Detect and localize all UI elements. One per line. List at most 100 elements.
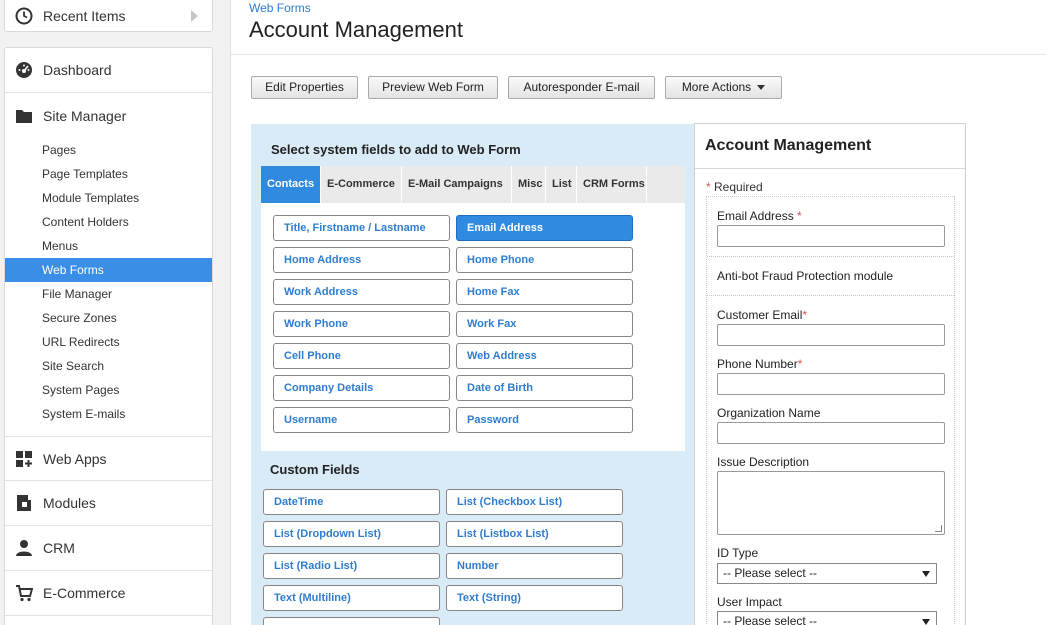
field-category-tabs: Contacts E-Commerce E-Mail Campaigns Mis… bbox=[261, 166, 685, 203]
required-star: * bbox=[706, 180, 711, 194]
required-note-text: Required bbox=[714, 180, 763, 194]
phone-required-star: * bbox=[797, 357, 803, 371]
field-home-phone[interactable]: Home Phone bbox=[456, 247, 633, 273]
sidebar-item-content-holders[interactable]: Content Holders bbox=[5, 210, 212, 234]
email-label-text: Email Address bbox=[717, 209, 794, 223]
field-work-fax[interactable]: Work Fax bbox=[456, 311, 633, 337]
sidebar-item-site-search[interactable]: Site Search bbox=[5, 354, 212, 378]
tab-email-campaigns[interactable]: E-Mail Campaigns bbox=[402, 166, 512, 203]
dashboard-icon bbox=[15, 61, 33, 79]
preview-title: Account Management bbox=[705, 137, 872, 154]
more-actions-label: More Actions bbox=[681, 80, 752, 94]
user-impact-label: User Impact bbox=[717, 595, 782, 609]
custom-field-listbox-list[interactable]: List (Listbox List) bbox=[446, 521, 623, 547]
tab-crm-forms[interactable]: CRM Forms bbox=[577, 166, 647, 203]
nav-crm[interactable]: CRM bbox=[5, 526, 212, 571]
nav-dashboard[interactable]: Dashboard bbox=[5, 48, 212, 93]
organization-field[interactable] bbox=[717, 422, 945, 444]
nav-site-manager[interactable]: Site Manager bbox=[5, 93, 212, 138]
sidebar-item-file-manager[interactable]: File Manager bbox=[5, 282, 212, 306]
custom-field-radio-list[interactable]: List (Radio List) bbox=[263, 553, 440, 579]
page-title: Account Management bbox=[249, 17, 464, 42]
caret-down-icon bbox=[757, 85, 766, 91]
field-home-fax[interactable]: Home Fax bbox=[456, 279, 633, 305]
field-builder-panel: Select system fields to add to Web Form … bbox=[251, 124, 694, 625]
tab-contacts[interactable]: Contacts bbox=[261, 166, 321, 203]
custom-field-checkbox-list[interactable]: List (Checkbox List) bbox=[446, 489, 623, 515]
folder-icon bbox=[15, 107, 33, 125]
customer-email-label: Customer Email* bbox=[717, 308, 807, 322]
custom-field-text-multiline[interactable]: Text (Multiline) bbox=[263, 585, 440, 611]
email-field[interactable] bbox=[717, 225, 945, 247]
field-email-address[interactable]: Email Address bbox=[456, 215, 633, 241]
custom-field-partial[interactable] bbox=[263, 617, 440, 625]
breadcrumb[interactable]: Web Forms bbox=[249, 1, 311, 15]
sidebar-item-web-forms[interactable]: Web Forms bbox=[5, 258, 212, 282]
nav-site-manager-label: Site Manager bbox=[43, 107, 127, 124]
preview-web-form-button[interactable]: Preview Web Form bbox=[368, 76, 498, 99]
cart-icon bbox=[15, 584, 33, 602]
issue-description-field[interactable] bbox=[717, 471, 945, 535]
id-type-value: -- Please select -- bbox=[723, 566, 818, 580]
tab-misc[interactable]: Misc bbox=[512, 166, 546, 203]
sidebar-item-system-pages[interactable]: System Pages bbox=[5, 378, 212, 402]
phone-field[interactable] bbox=[717, 373, 945, 395]
custom-field-number[interactable]: Number bbox=[446, 553, 623, 579]
sidebar-item-system-emails[interactable]: System E-mails bbox=[5, 402, 212, 426]
tab-ecommerce[interactable]: E-Commerce bbox=[321, 166, 402, 203]
recent-items-toggle[interactable]: Recent Items bbox=[5, 0, 212, 33]
field-title-name[interactable]: Title, Firstname / Lastname bbox=[273, 215, 450, 241]
field-password[interactable]: Password bbox=[456, 407, 633, 433]
edit-properties-button[interactable]: Edit Properties bbox=[251, 76, 358, 99]
custom-fields-title: Custom Fields bbox=[270, 462, 360, 477]
customer-email-label-text: Customer Email bbox=[717, 308, 803, 322]
phone-label-text: Phone Number bbox=[717, 357, 798, 371]
recent-items-label: Recent Items bbox=[43, 8, 126, 24]
field-work-phone[interactable]: Work Phone bbox=[273, 311, 450, 337]
field-work-address[interactable]: Work Address bbox=[273, 279, 450, 305]
antibot-text: Anti-bot Fraud Protection module bbox=[717, 269, 894, 283]
nav-ecommerce[interactable]: E-Commerce bbox=[5, 571, 212, 616]
user-impact-select[interactable]: -- Please select -- bbox=[717, 611, 937, 625]
id-type-label: ID Type bbox=[717, 546, 759, 560]
sidebar-item-page-templates[interactable]: Page Templates bbox=[5, 162, 212, 186]
custom-field-text-string[interactable]: Text (String) bbox=[446, 585, 623, 611]
header-divider bbox=[231, 54, 1046, 55]
sidebar-item-pages[interactable]: Pages bbox=[5, 138, 212, 162]
sidebar-item-secure-zones[interactable]: Secure Zones bbox=[5, 306, 212, 330]
tab-list[interactable]: List bbox=[546, 166, 577, 203]
chevron-right-icon bbox=[191, 10, 198, 22]
sidebar-item-menus[interactable]: Menus bbox=[5, 234, 212, 258]
customer-email-field[interactable] bbox=[717, 324, 945, 346]
required-note: * Required bbox=[706, 180, 763, 194]
id-type-select[interactable]: -- Please select -- bbox=[717, 563, 937, 584]
site-manager-submenu: Pages Page Templates Module Templates Co… bbox=[5, 138, 212, 426]
autoresponder-email-button[interactable]: Autoresponder E-mail bbox=[508, 76, 655, 99]
sidebar-item-module-templates[interactable]: Module Templates bbox=[5, 186, 212, 210]
custom-field-datetime[interactable]: DateTime bbox=[263, 489, 440, 515]
person-icon bbox=[15, 539, 33, 557]
field-company-details[interactable]: Company Details bbox=[273, 375, 450, 401]
nav-modules[interactable]: Modules bbox=[5, 481, 212, 526]
field-divider bbox=[707, 256, 954, 257]
form-preview-panel: Account Management * Required Email Addr… bbox=[694, 123, 966, 625]
field-cell-phone[interactable]: Cell Phone bbox=[273, 343, 450, 369]
phone-label: Phone Number* bbox=[717, 357, 802, 371]
field-home-address[interactable]: Home Address bbox=[273, 247, 450, 273]
field-date-of-birth[interactable]: Date of Birth bbox=[456, 375, 633, 401]
resize-handle-icon[interactable] bbox=[935, 525, 942, 532]
email-required-star: * bbox=[797, 209, 802, 223]
nav-dashboard-label: Dashboard bbox=[43, 62, 112, 78]
user-impact-value: -- Please select -- bbox=[723, 614, 818, 625]
field-username[interactable]: Username bbox=[273, 407, 450, 433]
custom-field-dropdown-list[interactable]: List (Dropdown List) bbox=[263, 521, 440, 547]
nav-crm-label: CRM bbox=[43, 540, 75, 556]
customer-email-required-star: * bbox=[802, 308, 808, 322]
nav-ecommerce-label: E-Commerce bbox=[43, 585, 126, 601]
nav-web-apps-label: Web Apps bbox=[43, 450, 107, 467]
more-actions-button[interactable]: More Actions bbox=[665, 76, 782, 99]
recent-items-panel: Recent Items bbox=[4, 0, 213, 32]
field-web-address[interactable]: Web Address bbox=[456, 343, 633, 369]
nav-web-apps[interactable]: Web Apps bbox=[5, 436, 212, 481]
sidebar-item-url-redirects[interactable]: URL Redirects bbox=[5, 330, 212, 354]
